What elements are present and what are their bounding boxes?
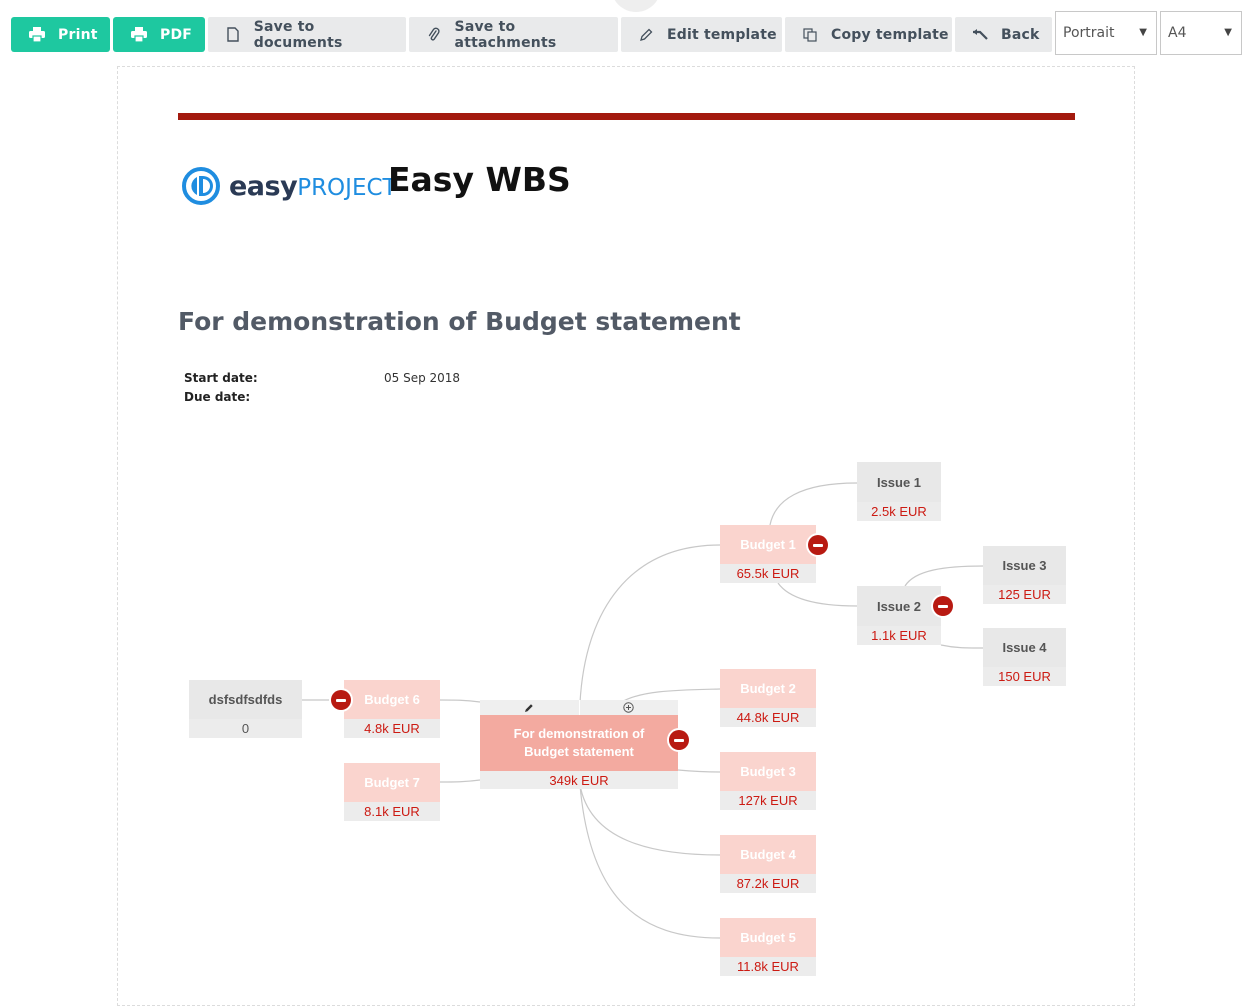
root-node-toolbar — [480, 700, 678, 715]
wbs-node-title: Budget 7 — [344, 763, 440, 802]
wbs-node-title: Budget 1 — [720, 525, 816, 564]
connector-root-budget7 — [439, 779, 481, 783]
wbs-node-title: Budget 5 — [720, 918, 816, 957]
wbs-node-budget-3[interactable]: Budget 3 127k EUR — [720, 752, 816, 810]
wbs-root-collapse-button[interactable] — [669, 730, 689, 750]
wbs-node-title: Issue 4 — [983, 628, 1066, 667]
wbs-node-title: Issue 1 — [857, 462, 941, 502]
connector-root-budget4 — [579, 784, 721, 856]
wbs-node-budget-6[interactable]: Budget 6 4.8k EUR — [344, 680, 440, 738]
wbs-node-value: 1.1k EUR — [857, 626, 941, 645]
wbs-node-title: Budget 3 — [720, 752, 816, 791]
wbs-connectors — [302, 482, 984, 939]
wbs-node-title: dsfsdfsdfds — [189, 680, 302, 719]
wbs-node-title: Issue 2 — [857, 586, 941, 626]
wbs-node-title: Budget 2 — [720, 669, 816, 708]
wbs-node-title: Issue 3 — [983, 546, 1066, 585]
wbs-node-budget-2[interactable]: Budget 2 44.8k EUR — [720, 669, 816, 727]
wbs-node-value: 125 EUR — [983, 585, 1066, 604]
wbs-budget-1-collapse-button[interactable] — [808, 535, 828, 555]
wbs-node-budget-4[interactable]: Budget 4 87.2k EUR — [720, 835, 816, 893]
wbs-node-title: Budget 4 — [720, 835, 816, 874]
root-add-child-button[interactable] — [578, 700, 678, 715]
connector-root-budget3 — [677, 769, 721, 773]
connector-root-budget5 — [579, 784, 721, 939]
connector-root-budget6 — [439, 699, 481, 703]
wbs-node-budget-5[interactable]: Budget 5 11.8k EUR — [720, 918, 816, 976]
connector-budget1-issue1 — [769, 482, 858, 526]
wbs-node-budget-1[interactable]: Budget 1 65.5k EUR — [720, 525, 816, 583]
wbs-node-issue-2[interactable]: Issue 2 1.1k EUR — [857, 586, 941, 645]
plus-circle-icon — [623, 702, 634, 713]
wbs-node-title: Budget 6 — [344, 680, 440, 719]
wbs-root-node[interactable]: For demonstration of Budget statement 34… — [480, 715, 678, 789]
wbs-node-issue-4[interactable]: Issue 4 150 EUR — [983, 628, 1066, 686]
wbs-node-value: 0 — [189, 719, 302, 738]
wbs-node-value: 8.1k EUR — [344, 802, 440, 821]
wbs-node-value: 4.8k EUR — [344, 719, 440, 738]
connector-issue2-issue4 — [940, 644, 984, 649]
wbs-node-value: 87.2k EUR — [720, 874, 816, 893]
connector-budget1-issue2 — [777, 582, 858, 607]
wbs-node-value: 65.5k EUR — [720, 564, 816, 583]
pencil-icon — [525, 703, 533, 712]
wbs-node-value: 11.8k EUR — [720, 957, 816, 976]
wbs-node-issue-1[interactable]: Issue 1 2.5k EUR — [857, 462, 941, 521]
wbs-budget-6-collapse-button[interactable] — [331, 690, 351, 710]
connector-root-budget1 — [579, 544, 721, 704]
wbs-node-value: 127k EUR — [720, 791, 816, 810]
connector-issue2-issue3 — [904, 565, 984, 587]
root-edit-button[interactable] — [480, 700, 579, 715]
wbs-node-value: 2.5k EUR — [857, 502, 941, 521]
wbs-node-value: 150 EUR — [983, 667, 1066, 686]
wbs-node-dsfsdfsdfds[interactable]: dsfsdfsdfds 0 — [189, 680, 302, 738]
wbs-node-value: 44.8k EUR — [720, 708, 816, 727]
wbs-node-issue-3[interactable]: Issue 3 125 EUR — [983, 546, 1066, 604]
wbs-root-node-value: 349k EUR — [480, 771, 678, 789]
wbs-issue-2-collapse-button[interactable] — [933, 596, 953, 616]
wbs-diagram: For demonstration of Budget statement 34… — [0, 0, 1253, 988]
wbs-root-node-title: For demonstration of Budget statement — [480, 715, 678, 771]
wbs-node-budget-7[interactable]: Budget 7 8.1k EUR — [344, 763, 440, 821]
